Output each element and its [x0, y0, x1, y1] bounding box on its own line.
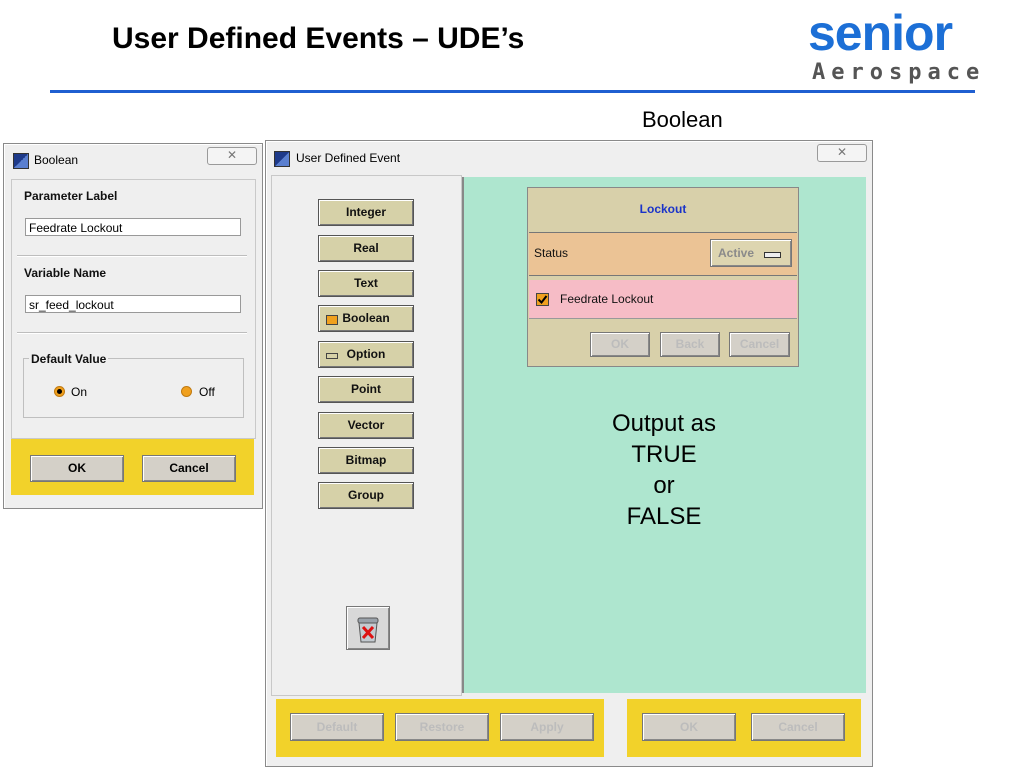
type-label: Group	[348, 488, 384, 502]
preview-back-button[interactable]: Back	[660, 332, 720, 357]
status-row: Status Active	[529, 232, 797, 276]
restore-button[interactable]: Restore	[395, 713, 489, 741]
default-value-heading: Default Value	[29, 352, 109, 366]
ok-button[interactable]: OK	[30, 455, 124, 482]
type-option-button[interactable]: Option	[318, 341, 414, 368]
output-line: Output as	[611, 410, 717, 437]
radio-off[interactable]	[181, 386, 192, 397]
preview-ok-button[interactable]: OK	[590, 332, 650, 357]
type-label: Integer	[345, 205, 386, 219]
ude-cancel-button[interactable]: Cancel	[751, 713, 845, 741]
type-label: Option	[346, 347, 386, 361]
ude-dialog: User Defined Event ✕ Integer Real Text B…	[265, 140, 873, 767]
logo-senior: senior	[808, 5, 953, 61]
output-line: TRUE	[631, 441, 697, 468]
feedrate-lockout-checkbox[interactable]	[536, 293, 549, 306]
radio-on[interactable]	[54, 386, 65, 397]
type-boolean-button[interactable]: Boolean	[318, 305, 414, 332]
type-group-button[interactable]: Group	[318, 482, 414, 509]
type-text-button[interactable]: Text	[318, 270, 414, 297]
type-label: Point	[351, 382, 381, 396]
dialog-title: User Defined Event	[296, 151, 401, 165]
section-label: Boolean	[642, 107, 723, 132]
variable-name-field[interactable]: sr_feed_lockout	[25, 295, 241, 313]
checkbox-label: Feedrate Lockout	[560, 292, 654, 306]
divider	[17, 332, 247, 334]
output-annotation: Output as TRUE or FALSE	[559, 408, 769, 532]
close-button[interactable]: ✕	[817, 144, 867, 162]
checkbox-row: Feedrate Lockout	[529, 280, 797, 319]
type-bitmap-button[interactable]: Bitmap	[318, 447, 414, 474]
variable-name-heading: Variable Name	[24, 266, 107, 280]
output-line: or	[653, 472, 675, 499]
default-button[interactable]: Default	[290, 713, 384, 741]
lockout-preview: Lockout Status Active Feedrate Lockout O…	[527, 187, 799, 367]
title-divider	[50, 90, 975, 93]
checkmark-icon	[537, 295, 548, 305]
preview-cancel-button[interactable]: Cancel	[729, 332, 790, 357]
parameter-label-heading: Parameter Label	[24, 189, 118, 203]
type-label: Bitmap	[345, 453, 387, 467]
boolean-indicator-icon	[326, 315, 338, 325]
type-integer-button[interactable]: Integer	[318, 199, 414, 226]
apply-button[interactable]: Apply	[500, 713, 594, 741]
slide-title: User Defined Events – UDE’s	[112, 22, 525, 55]
option-indicator-icon	[326, 353, 338, 359]
type-label: Real	[353, 241, 379, 255]
close-button[interactable]: ✕	[207, 147, 257, 165]
window-icon	[274, 151, 290, 167]
radio-off-label: Off	[199, 385, 215, 399]
boolean-dialog: Boolean ✕ Parameter Label Feedrate Locko…	[3, 143, 263, 509]
cancel-button[interactable]: Cancel	[142, 455, 236, 482]
type-label: Text	[354, 276, 378, 290]
ude-ok-button[interactable]: OK	[642, 713, 736, 741]
divider	[17, 255, 247, 257]
lockout-title: Lockout	[639, 202, 687, 216]
window-icon	[13, 153, 29, 169]
radio-on-label: On	[71, 385, 88, 399]
logo-aerospace: Aerospace	[812, 60, 986, 85]
dialog-title: Boolean	[34, 153, 79, 167]
option-menu-indicator-icon	[764, 252, 781, 258]
status-value: Active	[718, 246, 755, 260]
type-label: Boolean	[342, 311, 390, 325]
trash-delete-icon	[357, 617, 379, 643]
status-option-menu[interactable]: Active	[710, 239, 792, 267]
type-point-button[interactable]: Point	[318, 376, 414, 403]
output-line: FALSE	[626, 503, 702, 530]
type-vector-button[interactable]: Vector	[318, 412, 414, 439]
parameter-label-field[interactable]: Feedrate Lockout	[25, 218, 241, 236]
status-label: Status	[534, 246, 569, 260]
type-label: Vector	[347, 418, 385, 432]
type-real-button[interactable]: Real	[318, 235, 414, 262]
trash-button[interactable]	[346, 606, 390, 650]
